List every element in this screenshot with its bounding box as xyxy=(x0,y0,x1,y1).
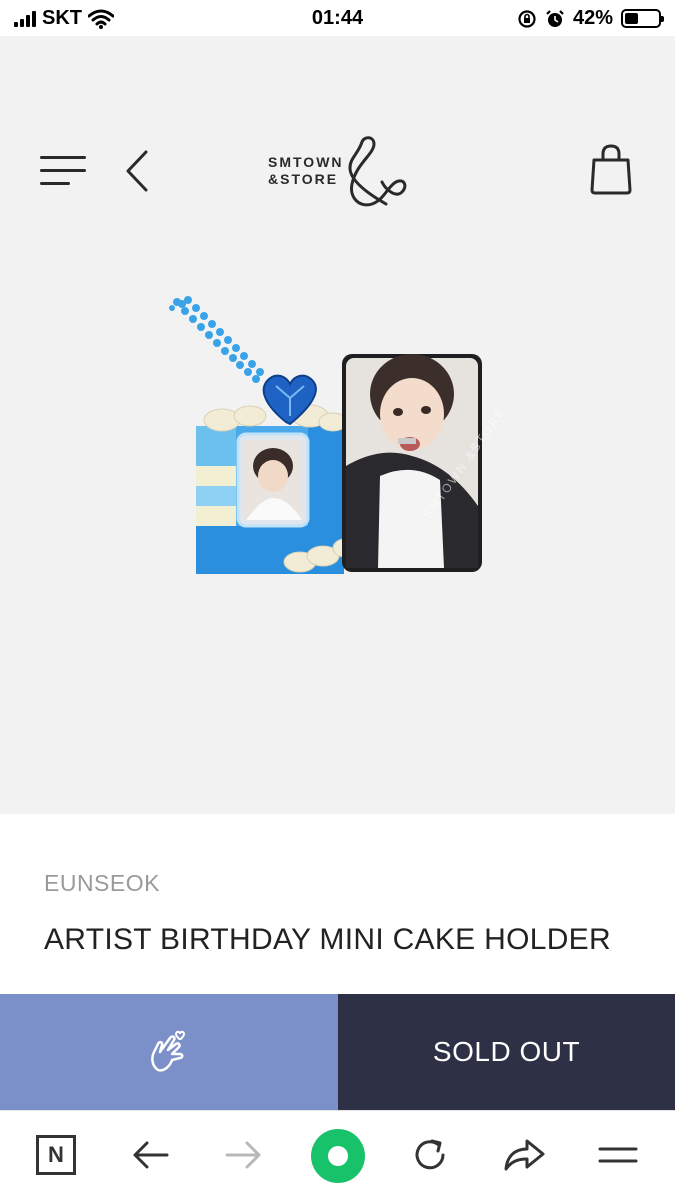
forward-arrow-icon xyxy=(225,1141,261,1169)
action-bar: SOLD OUT xyxy=(0,994,675,1110)
site-header: SMTOWN &STORE xyxy=(0,36,675,266)
back-arrow-icon[interactable] xyxy=(120,148,154,194)
share-icon xyxy=(504,1139,545,1171)
menu-icon[interactable] xyxy=(40,156,88,186)
smtown-store-logo[interactable]: SMTOWN &STORE xyxy=(262,134,412,214)
menu-icon xyxy=(598,1147,638,1163)
logo-text: SMTOWN &STORE xyxy=(268,154,344,188)
browser-back-button[interactable] xyxy=(126,1131,174,1179)
browser-toolbar: N xyxy=(0,1110,675,1200)
status-bar: SKT 01:44 42% xyxy=(0,0,675,36)
wishlist-button[interactable] xyxy=(0,994,338,1110)
naver-home-button[interactable]: N xyxy=(32,1131,80,1179)
refresh-icon xyxy=(415,1139,445,1170)
browser-menu-button[interactable] xyxy=(594,1131,642,1179)
back-arrow-icon xyxy=(133,1141,169,1169)
logo-line2: &STORE xyxy=(268,171,339,187)
ampersand-mark xyxy=(348,136,407,207)
cake-holder-illustration xyxy=(169,296,482,574)
refresh-button[interactable] xyxy=(406,1131,454,1179)
alarm-icon xyxy=(546,9,564,27)
battery-icon xyxy=(621,9,664,28)
status-right: 42% xyxy=(517,7,664,30)
product-info: EUNSEOK ARTIST BIRTHDAY MINI CAKE HOLDER xyxy=(0,814,675,994)
logo-line1: SMTOWN xyxy=(268,154,344,170)
page: SKT 01:44 42% SMTOWN &STORE SMTOWN &STOR… xyxy=(0,0,675,1200)
green-dot-icon xyxy=(311,1129,365,1183)
sold-out-button[interactable]: SOLD OUT xyxy=(338,994,675,1110)
finger-heart-icon xyxy=(151,1030,186,1072)
green-dot-button[interactable] xyxy=(310,1128,366,1184)
rotation-lock-icon xyxy=(518,9,536,28)
artist-name: EUNSEOK xyxy=(44,870,160,896)
shopping-bag-icon[interactable] xyxy=(588,142,634,196)
ball-chain xyxy=(169,296,264,383)
share-button[interactable] xyxy=(500,1131,548,1179)
product-title: ARTIST BIRTHDAY MINI CAKE HOLDER xyxy=(44,923,611,956)
battery-fill xyxy=(625,13,638,24)
product-image[interactable]: SMTOWN &STORE xyxy=(0,266,675,814)
naver-home-icon: N xyxy=(36,1135,76,1175)
battery-percent: 42% xyxy=(572,7,613,29)
browser-forward-button[interactable] xyxy=(220,1131,268,1179)
